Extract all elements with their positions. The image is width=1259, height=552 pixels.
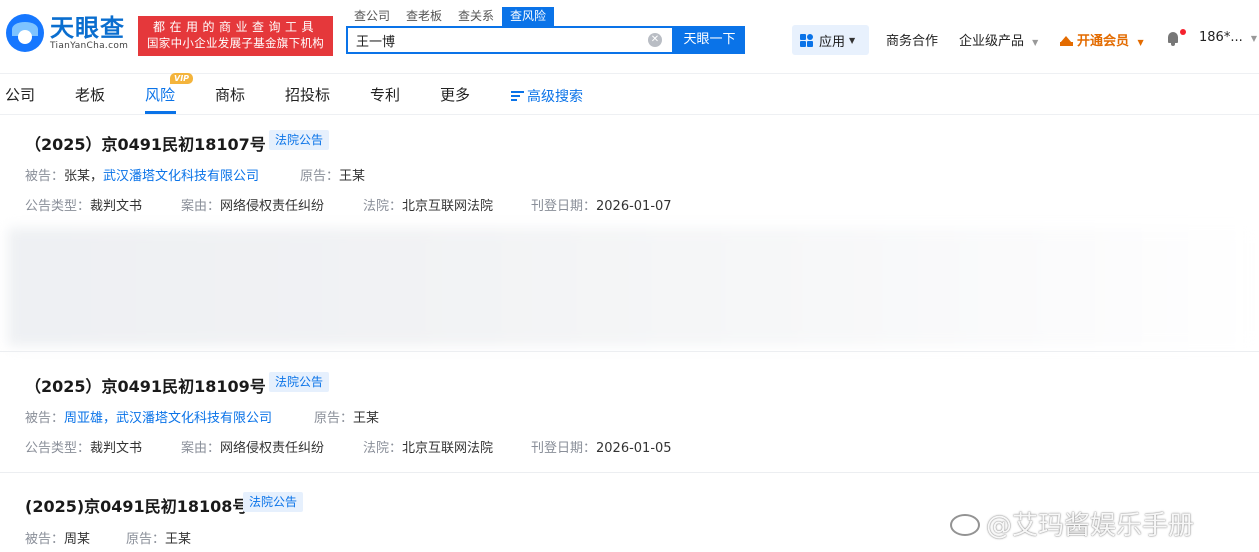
crown-icon xyxy=(1060,36,1073,46)
plaintiff-row: 原告：王某 xyxy=(300,165,365,184)
slogan-line-2: 国家中小企业发展子基金旗下机构 xyxy=(147,36,324,50)
search-input[interactable] xyxy=(348,28,638,52)
plaintiff-row: 原告：王某 xyxy=(314,407,379,426)
nav-tab-patent[interactable]: 专利 xyxy=(370,84,400,105)
slogan-banner: 都在用的商业查询工具 国家中小企业发展子基金旗下机构 xyxy=(138,16,333,56)
filter-icon xyxy=(511,91,524,101)
weibo-watermark: @艾玛酱娱乐手册 xyxy=(950,505,1194,542)
logo-domain: TianYanCha.com xyxy=(50,40,129,51)
divider xyxy=(0,472,1259,473)
advanced-search-link[interactable]: 高级搜索 xyxy=(511,86,583,106)
plaintiff-name: 王某 xyxy=(339,169,366,184)
search-tab-risk[interactable]: 查风险 xyxy=(502,7,555,26)
advanced-search-label: 高级搜索 xyxy=(527,89,583,105)
nav-vip-label: 开通会员 xyxy=(1077,34,1130,49)
type-field: 公告类型：裁判文书 xyxy=(25,199,143,214)
weibo-icon xyxy=(950,514,980,536)
case-tag: 法院公告 xyxy=(243,492,304,512)
case-number[interactable]: （2025）京0491民初18109号 xyxy=(25,373,266,397)
plaintiff-label: 原告： xyxy=(126,532,166,547)
nav-tab-trademark[interactable]: 商标 xyxy=(215,84,245,105)
logo-title: 天眼查 xyxy=(50,13,125,42)
nav-tab-company[interactable]: 公司 xyxy=(5,84,35,105)
page: 天眼查 TianYanCha.com 都在用的商业查询工具 国家中小企业发展子基… xyxy=(0,0,1259,552)
caret-down-icon: ▼ xyxy=(1032,38,1039,47)
caret-down-icon: ▼ xyxy=(849,35,856,45)
nav-tab-boss[interactable]: 老板 xyxy=(75,84,105,105)
apps-grid-icon xyxy=(800,33,813,47)
nav-tab-bidding[interactable]: 招投标 xyxy=(285,84,330,105)
active-tab-indicator xyxy=(145,111,176,114)
search-tab-relation[interactable]: 查关系 xyxy=(450,7,502,26)
watermark-text: @艾玛酱娱乐手册 xyxy=(986,511,1195,541)
plaintiff-label: 原告： xyxy=(300,169,340,184)
defendant-label: 被告： xyxy=(25,532,65,547)
search-box: ✕ xyxy=(346,26,674,54)
nav-tab-more[interactable]: 更多 xyxy=(440,84,470,105)
nav-vip[interactable]: 开通会员 ▼ xyxy=(1060,30,1144,49)
case-tag: 法院公告 xyxy=(269,372,330,392)
caret-down-icon: ▼ xyxy=(1250,34,1258,43)
apps-button[interactable]: 应用 ▼ xyxy=(792,25,869,55)
defendant-name: 周某 xyxy=(64,532,91,547)
category-nav: 公司 老板 风险 VIP 商标 招投标 专利 更多 高级搜索 xyxy=(0,73,1259,115)
parties-row: 被告：张某，武汉潘塔文化科技有限公司 xyxy=(25,165,259,184)
cause-field: 案由：网络侵权责任纠纷 xyxy=(181,441,325,456)
notification-dot xyxy=(1180,29,1186,35)
vip-badge: VIP xyxy=(170,73,194,84)
blurred-content xyxy=(8,228,1259,346)
parties-row: 被告：周某 xyxy=(25,528,90,547)
case-number[interactable]: （2025）京0491民初18107号 xyxy=(25,131,266,155)
plaintiff-name: 王某 xyxy=(165,532,192,547)
search-type-tabs: 查公司 查老板 查关系 查风险 xyxy=(346,7,555,26)
defendant-name: 张某， xyxy=(64,169,104,184)
defendant-company-link[interactable]: 周亚雄，武汉潘塔文化科技有限公司 xyxy=(64,411,272,426)
parties-row: 被告：周亚雄，武汉潘塔文化科技有限公司 xyxy=(25,407,272,426)
plaintiff-row: 原告：王某 xyxy=(126,528,191,547)
nav-enterprise[interactable]: 企业级产品 ▼ xyxy=(959,30,1038,49)
plaintiff-name: 王某 xyxy=(353,411,380,426)
search-tab-boss[interactable]: 查老板 xyxy=(398,7,450,26)
defendant-company-link[interactable]: 武汉潘塔文化科技有限公司 xyxy=(103,169,259,184)
nav-tab-risk[interactable]: 风险 xyxy=(145,84,175,105)
search-button[interactable]: 天眼一下 xyxy=(674,26,745,54)
nav-business[interactable]: 商务合作 xyxy=(886,30,938,49)
divider xyxy=(0,351,1259,352)
user-phone: 186*... xyxy=(1199,30,1243,45)
case-tag: 法院公告 xyxy=(269,130,330,150)
court-field: 法院：北京互联网法院 xyxy=(363,441,494,456)
clear-icon[interactable]: ✕ xyxy=(648,33,662,47)
nav-enterprise-label: 企业级产品 xyxy=(959,34,1025,49)
caret-down-icon: ▼ xyxy=(1137,38,1144,47)
cause-field: 案由：网络侵权责任纠纷 xyxy=(181,199,325,214)
plaintiff-label: 原告： xyxy=(314,411,354,426)
nav-user[interactable]: 186*... ▼ xyxy=(1199,30,1257,45)
search-tab-company[interactable]: 查公司 xyxy=(346,7,398,26)
slogan-line-1: 都在用的商业查询工具 xyxy=(152,20,318,34)
type-field: 公告类型：裁判文书 xyxy=(25,441,143,456)
logo-eye-icon xyxy=(6,14,44,52)
results-list: （2025）京0491民初18107号 法院公告 被告：张某，武汉潘塔文化科技有… xyxy=(0,116,1259,552)
date-field: 刊登日期：2026-01-05 xyxy=(531,441,672,456)
apps-label: 应用 xyxy=(819,34,846,50)
court-field: 法院：北京互联网法院 xyxy=(363,199,494,214)
case-number[interactable]: (2025)京0491民初18108号 xyxy=(25,493,248,517)
bell-icon[interactable] xyxy=(1166,32,1180,46)
date-field: 刊登日期：2026-01-07 xyxy=(531,199,672,214)
defendant-label: 被告： xyxy=(25,411,65,426)
defendant-label: 被告： xyxy=(25,169,65,184)
top-header: 天眼查 TianYanCha.com 都在用的商业查询工具 国家中小企业发展子基… xyxy=(0,0,1259,74)
tianyancha-logo[interactable]: 天眼查 TianYanCha.com xyxy=(6,14,128,52)
